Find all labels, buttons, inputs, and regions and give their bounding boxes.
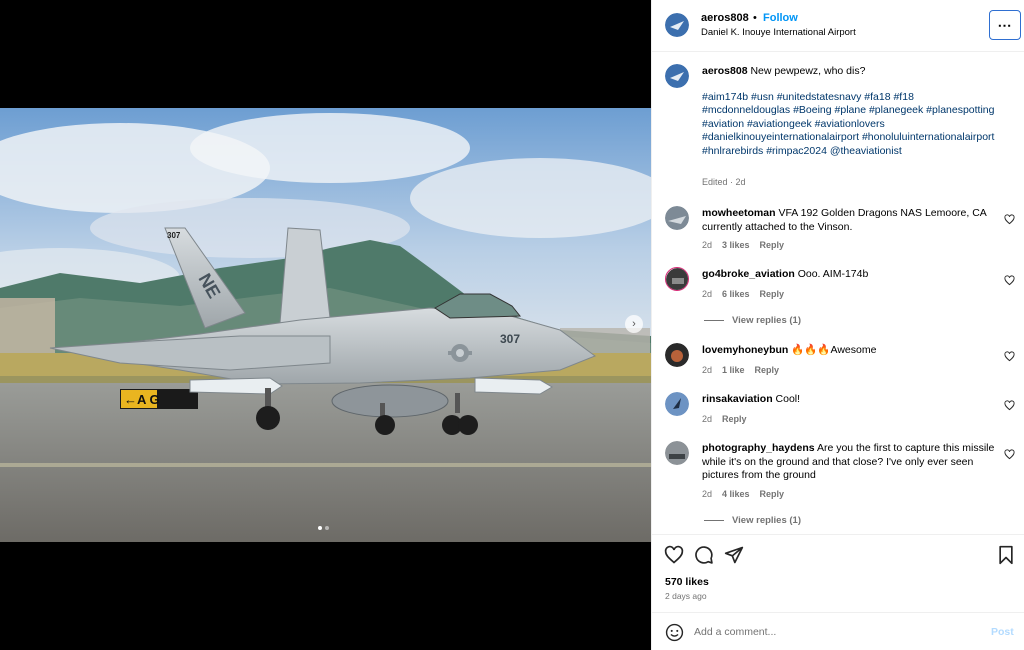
comment-text: 🔥🔥🔥Awesome: [791, 344, 877, 356]
modex-text: 307: [500, 332, 520, 346]
caption-username[interactable]: aeros808: [702, 65, 748, 77]
carousel-indicator: [318, 526, 329, 530]
tail-number-text: 307: [167, 231, 181, 240]
add-comment-bar: Post: [652, 612, 1024, 650]
comment-text: Ooo. AIM-174b: [797, 268, 869, 280]
post-comment-button[interactable]: Post: [991, 626, 1014, 638]
share-send-icon[interactable]: [724, 545, 744, 565]
reply-button[interactable]: Reply: [760, 240, 785, 250]
comment-bubble-icon[interactable]: [694, 545, 714, 565]
chevron-right-icon: ›: [632, 317, 636, 330]
comment-age: 2d: [702, 365, 713, 375]
fighter-jet-photo: ←A G NE 307 307: [0, 108, 651, 542]
comment-meta: 2d 4 likes Reply: [702, 489, 784, 499]
post-location[interactable]: Daniel K. Inouye International Airport: [701, 27, 856, 38]
view-replies-label: View replies (1): [732, 515, 801, 526]
reply-button[interactable]: Reply: [760, 489, 785, 499]
comment-username[interactable]: rinsakaviation: [702, 393, 773, 405]
comment-likes[interactable]: 1 like: [722, 365, 745, 375]
comment-meta: 2d Reply: [702, 414, 747, 424]
carousel-dot: [325, 526, 329, 530]
caption-meta: Edited · 2d: [702, 177, 746, 187]
post-side-panel: aeros808 • Follow Daniel K. Inouye Inter…: [651, 0, 1024, 650]
media-viewer: ←A G NE 307 307 ›: [0, 0, 651, 650]
like-heart-icon[interactable]: [664, 545, 684, 565]
comment-text: Cool!: [775, 393, 801, 405]
emoji-icon[interactable]: [665, 623, 684, 642]
comment-meta: 2d 6 likes Reply: [702, 289, 784, 299]
next-photo-button[interactable]: ›: [625, 315, 643, 333]
commenter-avatar[interactable]: [665, 392, 689, 416]
heart-icon[interactable]: [1004, 400, 1015, 411]
comment-body: go4broke_aviation Ooo. AIM-174b: [702, 268, 997, 282]
like-count[interactable]: 570 likes: [665, 576, 709, 588]
taxiway-sign-text: ←A G: [124, 392, 160, 407]
reply-button[interactable]: Reply: [760, 289, 785, 299]
author-avatar[interactable]: [665, 13, 689, 37]
comment-input[interactable]: [694, 622, 964, 642]
caption-hashtags[interactable]: #aim174b #usn #unitedstatesnavy #fa18 #f…: [702, 91, 1002, 158]
replies-divider: [704, 320, 724, 321]
comment-age: 2d: [702, 240, 713, 250]
comment-likes[interactable]: 3 likes: [722, 240, 750, 250]
view-replies-label: View replies (1): [732, 315, 801, 326]
follow-button[interactable]: Follow: [763, 12, 798, 24]
more-options-button[interactable]: ⋯: [989, 10, 1021, 40]
comment-body: lovemyhoneybun 🔥🔥🔥Awesome: [702, 344, 997, 358]
heart-icon[interactable]: [1004, 275, 1015, 286]
comment-age: 2d: [702, 414, 713, 424]
comment-meta: 2d 1 like Reply: [702, 365, 779, 375]
caption-avatar[interactable]: [665, 64, 689, 88]
comment-body: rinsakaviation Cool!: [702, 393, 997, 407]
heart-icon[interactable]: [1004, 351, 1015, 362]
comment-age: 2d: [702, 489, 713, 499]
caption: aeros808 New pewpewz, who dis?: [702, 65, 1002, 79]
view-replies-button[interactable]: View replies (1): [704, 515, 801, 526]
comment-meta: 2d 3 likes Reply: [702, 240, 784, 250]
post-header: aeros808 • Follow Daniel K. Inouye Inter…: [652, 0, 1024, 52]
post-actions: 570 likes 2 days ago: [652, 534, 1024, 612]
comment-likes[interactable]: 6 likes: [722, 289, 750, 299]
reply-button[interactable]: Reply: [755, 365, 780, 375]
commenter-avatar[interactable]: [665, 206, 689, 230]
comments-section: aeros808 New pewpewz, who dis? #aim174b …: [652, 53, 1024, 534]
post-date: 2 days ago: [665, 591, 707, 601]
commenter-avatar[interactable]: [665, 343, 689, 367]
post-photo[interactable]: ←A G NE 307 307: [0, 108, 651, 542]
comment-age: 2d: [702, 289, 713, 299]
heart-icon[interactable]: [1004, 449, 1015, 460]
comment-likes[interactable]: 4 likes: [722, 489, 750, 499]
commenter-avatar[interactable]: [665, 441, 689, 465]
view-replies-button[interactable]: View replies (1): [704, 315, 801, 326]
comment-username[interactable]: go4broke_aviation: [702, 268, 795, 280]
comment-body: mowheetoman VFA 192 Golden Dragons NAS L…: [702, 207, 997, 234]
comment-username[interactable]: photography_haydens: [702, 442, 815, 454]
heart-icon[interactable]: [1004, 214, 1015, 225]
commenter-avatar[interactable]: [665, 267, 689, 291]
replies-divider: [704, 520, 724, 521]
header-separator: •: [753, 12, 757, 24]
bookmark-icon[interactable]: [996, 545, 1016, 565]
comment-body: photography_haydens Are you the first to…: [702, 442, 997, 483]
comment-username[interactable]: lovemyhoneybun: [702, 344, 788, 356]
author-username[interactable]: aeros808: [701, 12, 749, 24]
caption-text: New pewpewz, who dis?: [750, 65, 866, 77]
reply-button[interactable]: Reply: [722, 414, 747, 424]
carousel-dot-active: [318, 526, 322, 530]
comment-username[interactable]: mowheetoman: [702, 207, 776, 219]
more-horizontal-icon: ⋯: [997, 16, 1013, 33]
